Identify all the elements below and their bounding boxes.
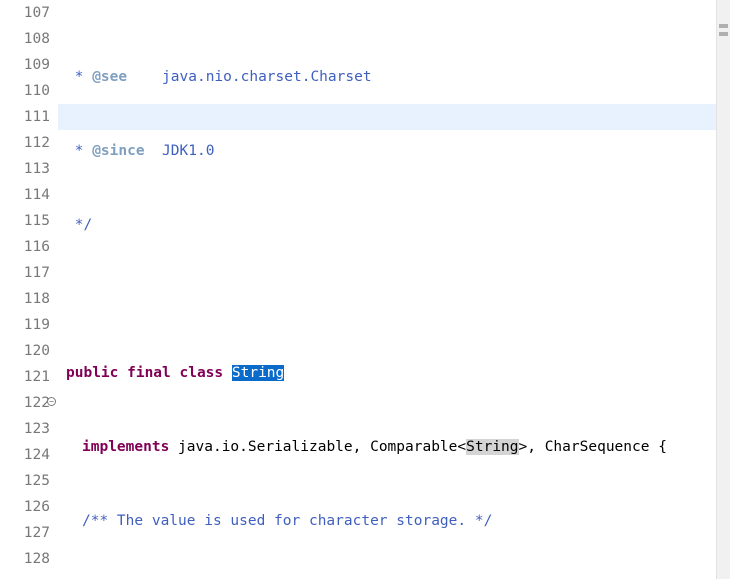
line-number: 123	[0, 416, 50, 442]
overview-mark[interactable]	[719, 24, 728, 28]
code-line[interactable]: implements java.io.Serializable, Compara…	[66, 434, 716, 460]
selection: String	[232, 365, 284, 381]
line-number: 109	[0, 52, 50, 78]
code-line[interactable]: * @since JDK1.0	[66, 138, 716, 164]
code-line[interactable]: /** The value is used for character stor…	[66, 508, 716, 534]
code-area[interactable]: * @see java.nio.charset.Charset * @since…	[58, 0, 716, 579]
occurrence-highlight: String	[466, 439, 518, 455]
line-number: 125	[0, 468, 50, 494]
line-number: 119	[0, 312, 50, 338]
line-number: 115	[0, 208, 50, 234]
line-number: 118	[0, 286, 50, 312]
line-number: 113	[0, 156, 50, 182]
code-editor[interactable]: 107 108 109 110 111 112 113 114 115 116 …	[0, 0, 730, 579]
line-number-gutter: 107 108 109 110 111 112 113 114 115 116 …	[0, 0, 58, 579]
line-number: 110	[0, 78, 50, 104]
line-number: 117	[0, 260, 50, 286]
code-line[interactable]: */	[66, 212, 716, 238]
code-line[interactable]: public final class String	[66, 360, 716, 386]
fold-toggle-icon[interactable]: −	[47, 397, 56, 406]
line-number: 108	[0, 26, 50, 52]
line-number: 120	[0, 338, 50, 364]
code-line[interactable]	[66, 286, 716, 312]
line-number: 116	[0, 234, 50, 260]
line-number: 107	[0, 0, 50, 26]
line-number: 126	[0, 494, 50, 520]
line-number: 127	[0, 520, 50, 546]
line-number: 111	[0, 104, 50, 130]
line-number: 114	[0, 182, 50, 208]
line-number: 128	[0, 546, 50, 572]
line-number: 112	[0, 130, 50, 156]
overview-ruler[interactable]	[716, 0, 730, 579]
overview-mark[interactable]	[719, 32, 728, 36]
line-number: 124	[0, 442, 50, 468]
line-number: 121	[0, 364, 50, 390]
code-line[interactable]: * @see java.nio.charset.Charset	[66, 64, 716, 90]
current-line-highlight	[58, 104, 716, 130]
line-number: 122−	[0, 390, 50, 416]
